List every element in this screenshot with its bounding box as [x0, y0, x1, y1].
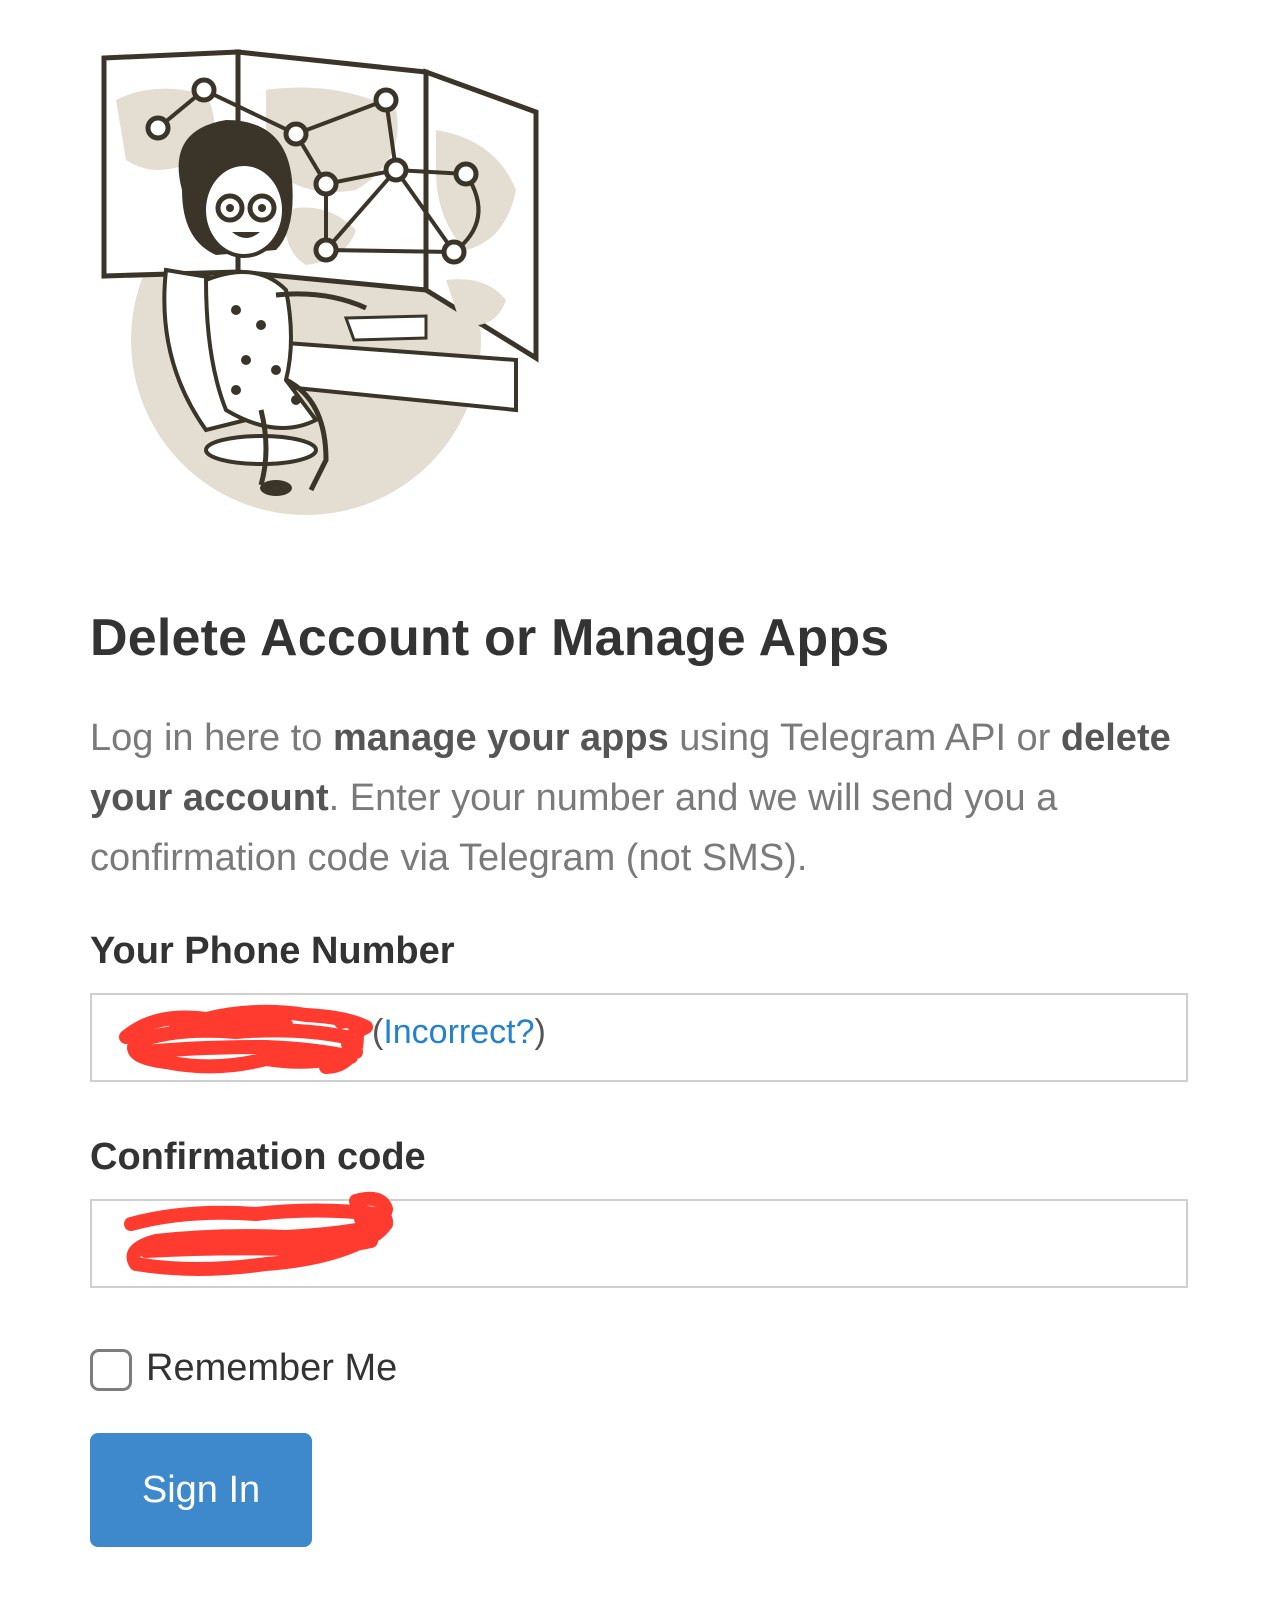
- remember-me[interactable]: Remember Me: [90, 1345, 397, 1391]
- page-title: Delete Account or Manage Apps: [90, 609, 890, 667]
- code-label: Confirmation code: [90, 1136, 426, 1178]
- remember-label: Remember Me: [146, 1346, 398, 1389]
- code-redaction: [124, 1191, 393, 1276]
- remember-checkbox[interactable]: [90, 1349, 132, 1391]
- sign-in-button[interactable]: Sign In: [90, 1433, 312, 1547]
- telegram-illustration: [96, 40, 566, 520]
- incorrect-wrapper: (Incorrect?): [372, 1013, 546, 1051]
- phone-field[interactable]: (Incorrect?): [90, 993, 1188, 1082]
- incorrect-link[interactable]: Incorrect?: [383, 1013, 534, 1051]
- phone-label: Your Phone Number: [90, 930, 455, 972]
- intro-text: Log in here to manage your apps using Te…: [90, 717, 1171, 879]
- intro-bold-manage: manage your apps: [332, 717, 669, 759]
- code-field[interactable]: [90, 1191, 1188, 1288]
- phone-redaction: [119, 1004, 373, 1074]
